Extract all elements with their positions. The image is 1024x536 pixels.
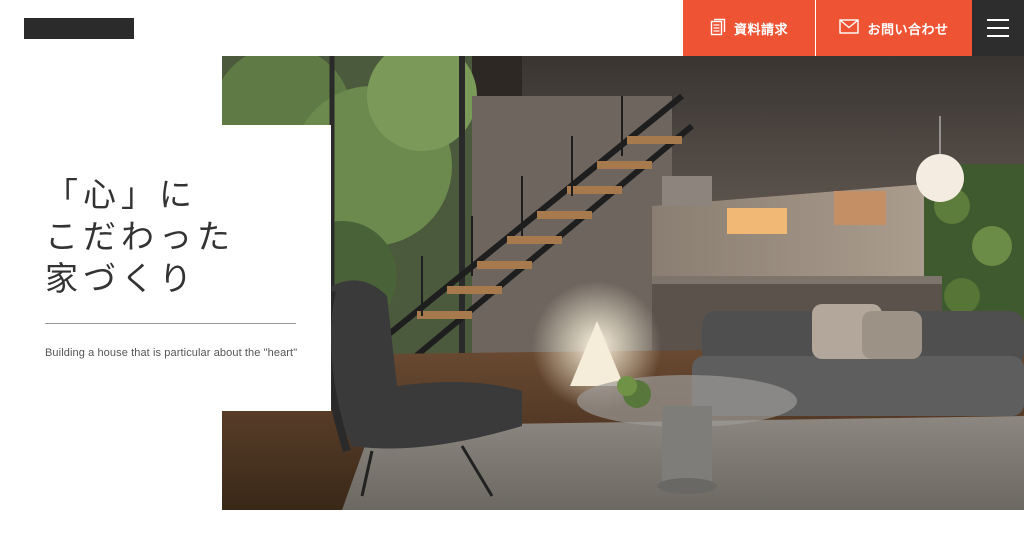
hero-divider (45, 323, 296, 324)
hero-subtitle: Building a house that is particular abou… (45, 347, 298, 359)
hero-title-line: 「心」に (45, 175, 197, 214)
hamburger-menu-button[interactable] (972, 0, 1024, 56)
request-documents-button[interactable]: 資料請求 (683, 0, 815, 56)
hero-image (222, 56, 1024, 510)
site-logo[interactable] (24, 18, 134, 39)
hero-title-line: 家づくり (45, 259, 197, 298)
request-documents-label: 資料請求 (733, 21, 788, 37)
hero-title-line: こだわった (45, 217, 235, 256)
document-icon (710, 18, 726, 39)
hero-title: 「心」に こだわった 家づくり (45, 174, 235, 300)
contact-label: お問い合わせ (867, 21, 949, 37)
contact-button[interactable]: お問い合わせ (816, 0, 972, 56)
hamburger-menu-icon (987, 19, 1009, 21)
envelope-icon (839, 19, 860, 37)
